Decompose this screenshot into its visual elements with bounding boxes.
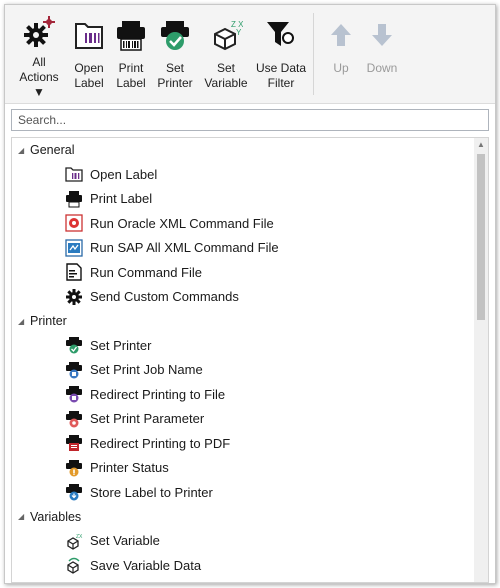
item-set-printer[interactable]: Set Printer [12,333,488,358]
set-variable-button[interactable]: Z X Y Set Variable [201,11,251,99]
set-printer-button[interactable]: Set Printer [153,11,197,99]
expand-triangle-icon[interactable]: ◢ [18,146,30,155]
item-redirect-printing-to-pdf[interactable]: Redirect Printing to PDF [12,431,488,456]
item-save-variable-data[interactable]: Save Variable Data [12,553,488,578]
print-job-name-icon [64,360,84,380]
item-print-label[interactable]: Print Label [12,187,488,212]
item-label: Print Label [90,191,153,207]
command-file-icon [64,262,84,282]
vertical-scrollbar[interactable]: ▲ [474,138,488,582]
item-run-oracle-xml[interactable]: Run Oracle XML Command File [12,211,488,236]
scroll-thumb[interactable] [477,154,485,320]
item-set-print-parameter[interactable]: Set Print Parameter [12,407,488,432]
redirect-to-file-icon [64,384,84,404]
down-label: Down [366,61,398,75]
up-label: Up [333,61,349,75]
item-label: Store Label to Printer [90,484,213,500]
item-run-command-file[interactable]: Run Command File [12,260,488,285]
expand-triangle-icon[interactable]: ◢ [18,512,30,521]
open-label-button[interactable]: Open Label [69,11,109,99]
item-label: Redirect Printing to File [90,386,226,402]
all-actions-label: All Actions ▼ [19,55,59,99]
set-variable-icon: Z X Y [208,15,244,55]
scroll-up-icon[interactable]: ▲ [474,138,488,152]
print-parameter-icon [64,409,84,429]
print-label-button[interactable]: Print Label [111,11,151,99]
item-label: Printer Status [90,460,169,476]
use-data-filter-label: Use Data Filter [255,61,307,90]
set-printer-icon [157,15,193,55]
print-label-label: Print Label [116,61,146,90]
actions-panel: All Actions ▼ Open Label Print Label Set… [4,4,496,584]
printer-icon [113,15,149,55]
open-label-label: Open Label [74,61,104,90]
svg-text:Y: Y [236,28,242,37]
item-label: Run Command File [90,264,202,280]
open-label-icon [71,15,107,55]
item-run-sap-xml[interactable]: Run SAP All XML Command File [12,236,488,261]
down-button[interactable]: Down [361,11,403,99]
item-send-custom-commands[interactable]: Send Custom Commands [12,285,488,310]
item-label: Run Oracle XML Command File [90,215,274,231]
group-label: General [30,143,75,157]
all-actions-button[interactable]: All Actions ▼ [13,11,65,99]
item-label: Save Variable Data [90,557,202,573]
printer-status-icon [64,458,84,478]
item-label: Set Variable [90,533,160,549]
up-button[interactable]: Up [323,11,359,99]
sap-xml-icon [64,238,84,258]
item-label: Set Print Parameter [90,411,205,427]
expand-triangle-icon[interactable]: ◢ [18,317,30,326]
item-label: Redirect Printing to PDF [90,435,231,451]
group-printer[interactable]: ◢ Printer [12,309,488,333]
svg-text:ZX: ZX [76,534,83,540]
printer-icon [64,189,84,209]
item-store-label-to-printer[interactable]: Store Label to Printer [12,480,488,505]
toolbar: All Actions ▼ Open Label Print Label Set… [5,5,495,104]
item-label: Set Print Job Name [90,362,203,378]
arrow-down-icon [364,15,400,55]
item-open-label[interactable]: Open Label [12,162,488,187]
set-printer-icon [64,335,84,355]
gear-sparkle-icon [21,15,57,49]
oracle-xml-icon [64,213,84,233]
item-label: Run SAP All XML Command File [90,240,279,256]
group-variables[interactable]: ◢ Variables [12,505,488,529]
search-input[interactable] [12,110,488,130]
filter-icon [263,15,299,55]
group-general[interactable]: ◢ General [12,138,488,162]
store-label-icon [64,482,84,502]
save-variable-data-icon [64,555,84,575]
toolbar-separator [313,13,314,95]
gear-icon [64,287,84,307]
arrow-up-icon [323,15,359,55]
item-label: Open Label [90,166,158,182]
item-set-variable[interactable]: ZX Set Variable [12,529,488,554]
item-label: Set Printer [90,337,152,353]
set-variable-label: Set Variable [204,61,248,90]
item-set-print-job-name[interactable]: Set Print Job Name [12,358,488,383]
item-printer-status[interactable]: Printer Status [12,456,488,481]
actions-tree: ◢ General Open Label Print Label Run Ora… [11,137,489,583]
item-label: Send Custom Commands [90,289,239,305]
set-variable-icon: ZX [64,531,84,551]
search-box[interactable] [11,109,489,131]
set-printer-label: Set Printer [157,61,193,90]
pdf-icon [64,433,84,453]
group-label: Variables [30,509,82,524]
group-label: Printer [30,314,67,328]
use-data-filter-button[interactable]: Use Data Filter [253,11,309,99]
item-redirect-printing-to-file[interactable]: Redirect Printing to File [12,382,488,407]
open-label-icon [64,164,84,184]
